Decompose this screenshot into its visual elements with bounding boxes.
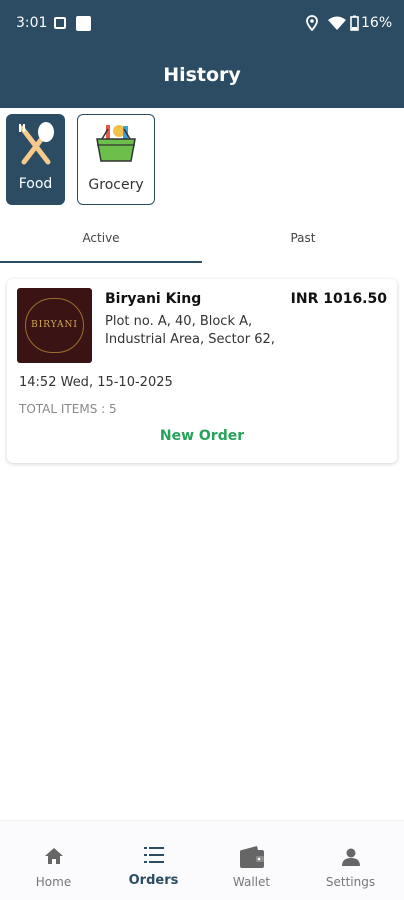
tab-indicator <box>0 261 202 263</box>
order-card[interactable]: BIRYANI Biryani King INR 1016.50 Plot no… <box>7 279 397 463</box>
wifi-icon <box>328 16 346 30</box>
spoon-fork-icon <box>18 122 54 165</box>
nav-wallet[interactable]: Wallet <box>201 821 302 900</box>
order-status: New Order <box>159 428 245 444</box>
logo-text: BIRYANI <box>31 320 78 330</box>
tab-active-label: Active <box>82 231 120 245</box>
tab-past-label: Past <box>290 231 316 245</box>
nav-home[interactable]: Home <box>3 821 104 900</box>
tab-active[interactable]: Active <box>0 220 202 264</box>
battery-percentage: 16% <box>361 15 393 31</box>
category-grocery[interactable]: Grocery <box>77 114 155 205</box>
restaurant-address: Plot no. A, 40, Block A, Industrial Area… <box>105 314 275 347</box>
page-title: History <box>163 64 241 86</box>
wallet-icon <box>239 846 264 868</box>
grocery-basket-icon <box>96 125 136 162</box>
bottom-nav: Home Orders Wallet Settings <box>0 820 404 900</box>
category-food-label: Food <box>18 176 53 192</box>
nav-settings[interactable]: Settings <box>300 821 401 900</box>
order-datetime: 14:52 Wed, 15-10-2025 <box>19 375 173 390</box>
app-notification-icon <box>76 16 91 31</box>
tab-past[interactable]: Past <box>202 220 404 264</box>
person-icon <box>341 848 360 866</box>
location-icon <box>306 15 318 31</box>
notification-icon <box>54 17 66 29</box>
nav-orders[interactable]: Orders <box>103 821 204 900</box>
nav-orders-label: Orders <box>128 873 179 888</box>
order-price: INR 1016.50 <box>290 291 387 307</box>
status-time: 3:01 <box>16 15 48 31</box>
app-header: 3:01 16% History <box>0 0 404 108</box>
order-total-items: TOTAL ITEMS : 5 <box>19 402 117 416</box>
nav-home-label: Home <box>35 875 72 889</box>
order-tabs: Active Past <box>0 220 404 264</box>
nav-wallet-label: Wallet <box>232 875 271 889</box>
restaurant-name: Biryani King <box>105 291 202 307</box>
category-food[interactable]: Food <box>6 114 65 205</box>
home-icon <box>44 848 63 864</box>
list-icon <box>143 847 164 863</box>
battery-icon <box>350 15 359 31</box>
category-grocery-label: Grocery <box>88 177 144 193</box>
nav-settings-label: Settings <box>325 875 376 889</box>
restaurant-logo: BIRYANI <box>17 288 92 363</box>
status-bar: 3:01 16% <box>0 0 404 48</box>
